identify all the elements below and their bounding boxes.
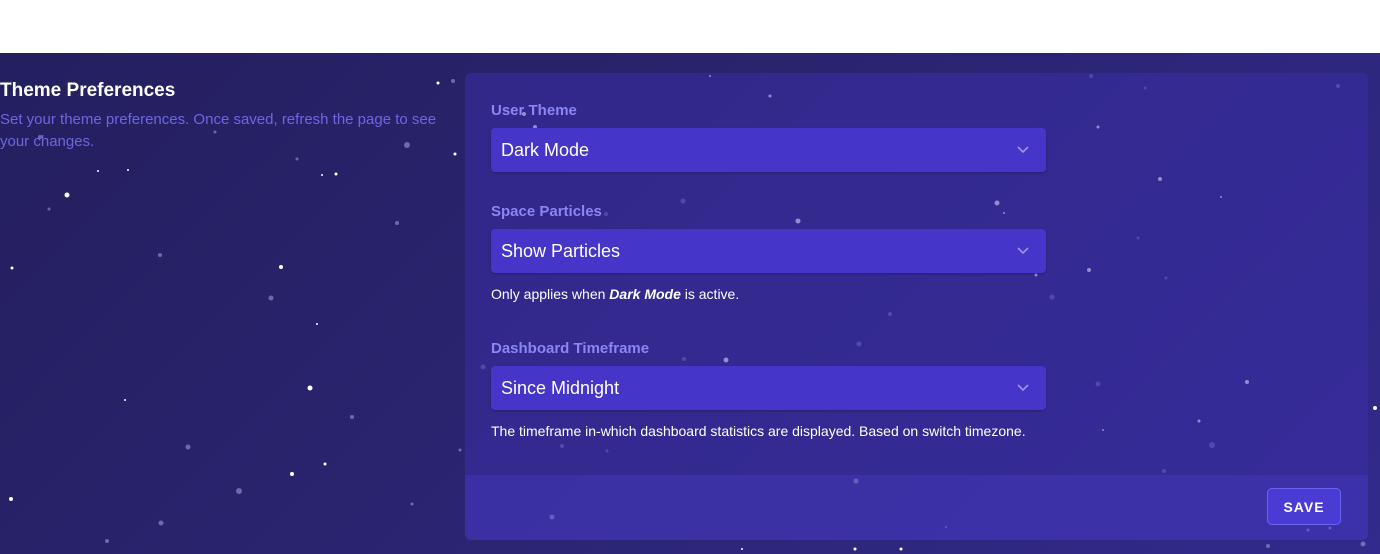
chevron-down-icon: [1017, 247, 1029, 255]
hint-prefix: Only applies when: [491, 286, 610, 302]
user-theme-field: User Theme Dark Mode: [491, 101, 1048, 172]
user-theme-value: Dark Mode: [501, 140, 590, 160]
user-theme-select[interactable]: Dark Mode: [491, 128, 1046, 172]
card-footer: SAVE: [465, 475, 1368, 540]
dashboard-timeframe-value: Since Midnight: [501, 378, 620, 398]
user-theme-label: User Theme: [491, 102, 577, 119]
dashboard-timeframe-hint: The timeframe in-which dashboard statist…: [491, 423, 1026, 439]
dashboard-timeframe-field: Dashboard Timeframe Since Midnight The t…: [491, 339, 1048, 440]
space-particles-value: Show Particles: [501, 241, 621, 261]
chevron-down-icon: [1017, 384, 1029, 392]
dashboard-timeframe-label: Dashboard Timeframe: [491, 340, 650, 357]
section-title: Theme Preferences: [0, 80, 176, 101]
section-description: Set your theme preferences. Once saved, …: [0, 111, 437, 150]
hint-suffix: is active.: [680, 286, 740, 302]
save-button[interactable]: SAVE: [1267, 488, 1341, 525]
section-intro: Theme Preferences Set your theme prefere…: [0, 79, 440, 153]
space-particles-label: Space Particles: [491, 203, 602, 220]
preferences-card: User Theme Dark Mode Space Particles Sho…: [465, 73, 1368, 540]
chevron-down-icon: [1017, 146, 1029, 154]
space-particles-field: Space Particles Show Particles Only appl…: [491, 202, 1048, 303]
theme-preferences-section: Theme Preferences Set your theme prefere…: [0, 53, 1380, 554]
preferences-form: User Theme Dark Mode Space Particles Sho…: [465, 73, 1368, 475]
dashboard-timeframe-select[interactable]: Since Midnight: [491, 366, 1046, 410]
hint-emphasis: Dark Mode: [609, 286, 681, 302]
space-particles-select[interactable]: Show Particles: [491, 229, 1046, 273]
space-particles-hint: Only applies when Dark Mode is active.: [491, 285, 1048, 303]
